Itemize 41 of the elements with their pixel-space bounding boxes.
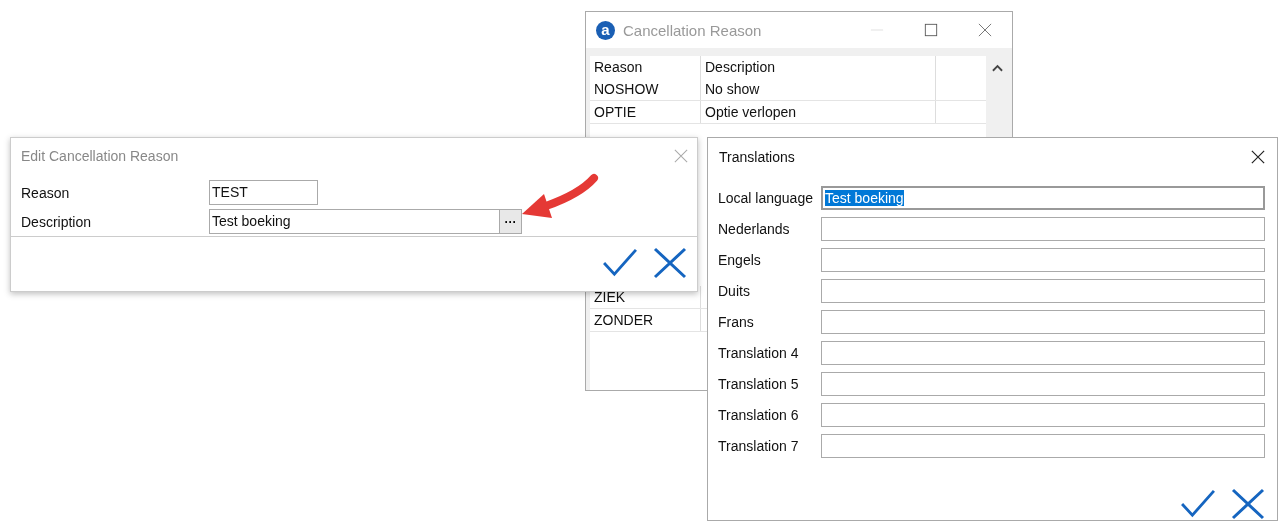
input-field[interactable] — [821, 310, 1265, 334]
input-field[interactable]: Test boeking — [209, 209, 499, 234]
field-label: Local language — [718, 190, 814, 206]
field-label: Translation 5 — [718, 376, 800, 392]
table-cell: OPTIE — [590, 101, 701, 123]
window-title: Cancellation Reason — [623, 21, 762, 39]
field-label: Translation 7 — [718, 438, 800, 454]
browse-button[interactable]: ··· — [499, 209, 522, 234]
table-cell: Optie verlopen — [701, 101, 936, 123]
column-header[interactable]: Reason — [590, 56, 701, 78]
field-label: Translation 4 — [718, 345, 800, 361]
table-cell: ZONDER — [590, 309, 701, 331]
field-label: Reason — [21, 184, 71, 201]
table-cell: No show — [701, 78, 936, 100]
field-label: Duits — [718, 283, 751, 299]
input-field[interactable]: TEST — [209, 180, 318, 205]
input-field[interactable] — [821, 372, 1265, 396]
check-icon[interactable] — [601, 247, 639, 277]
input-field[interactable] — [821, 248, 1265, 272]
app-logo: a — [596, 20, 615, 40]
field-label: Nederlands — [718, 221, 791, 237]
cancel-icon[interactable] — [1231, 488, 1265, 520]
close-icon[interactable] — [1251, 150, 1265, 164]
input-field[interactable]: Test boeking — [821, 186, 1265, 210]
field-label: Engels — [718, 252, 762, 268]
dialog-title: Edit Cancellation Reason — [21, 148, 179, 164]
input-field[interactable] — [821, 403, 1265, 427]
input-field[interactable] — [821, 341, 1265, 365]
input-field[interactable] — [821, 434, 1265, 458]
dialog-title: Translations — [719, 149, 795, 165]
field-label: Description — [21, 213, 93, 230]
cancel-icon[interactable] — [653, 247, 687, 279]
input-field[interactable] — [821, 217, 1265, 241]
scroll-up-icon[interactable] — [991, 64, 1003, 72]
check-icon[interactable] — [1179, 488, 1217, 518]
field-label: Frans — [718, 314, 755, 330]
table-cell: NOSHOW — [590, 78, 701, 100]
input-field[interactable] — [821, 279, 1265, 303]
field-label: Translation 6 — [718, 407, 800, 423]
column-header[interactable]: Description — [701, 56, 936, 78]
maximize-icon[interactable] — [924, 23, 938, 37]
